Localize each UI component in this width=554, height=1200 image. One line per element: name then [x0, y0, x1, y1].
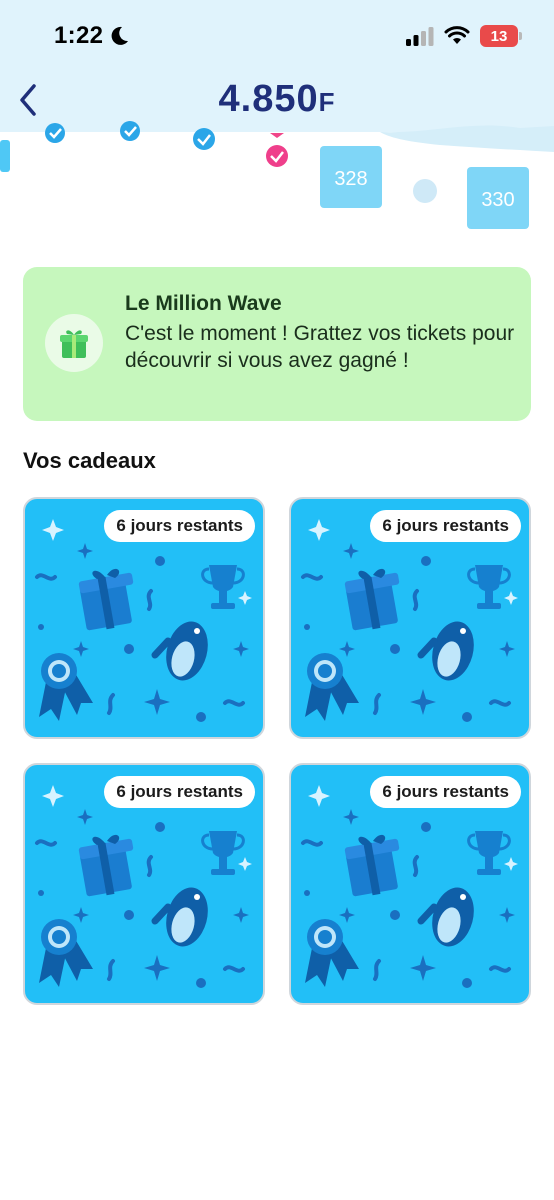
- ribbon-icon: [39, 653, 93, 721]
- days-remaining-badge: 6 jours restants: [104, 510, 255, 542]
- wifi-icon: [444, 26, 470, 44]
- moon-icon: [111, 26, 128, 45]
- battery-icon: 13: [480, 25, 522, 47]
- check-icon: [45, 123, 65, 143]
- gift-box-icon: [78, 568, 134, 631]
- gift-card[interactable]: 6 jours restants: [23, 497, 265, 739]
- check-icon: [120, 121, 140, 141]
- penguin-icon: [417, 621, 474, 681]
- banner-title: Le Million Wave: [125, 292, 282, 315]
- banner-icon: [45, 314, 103, 372]
- gift-card[interactable]: 6 jours restants: [289, 497, 531, 739]
- penguin-icon: [151, 887, 208, 947]
- ribbon-icon: [305, 653, 359, 721]
- check-icon: [266, 145, 288, 167]
- gift-box-icon: [344, 568, 400, 631]
- ticket-number: 330: [481, 189, 514, 211]
- status-time: 1:22: [54, 22, 104, 49]
- gift-card[interactable]: 6 jours restants: [289, 763, 531, 1005]
- penguin-icon: [151, 621, 208, 681]
- battery-level: 13: [490, 27, 508, 45]
- ribbon-icon: [305, 919, 359, 987]
- trophy-icon: [467, 565, 511, 609]
- signal-icon: [406, 27, 434, 46]
- days-remaining-badge: 6 jours restants: [370, 510, 521, 542]
- ticket-edge: [0, 140, 10, 172]
- trophy-icon: [467, 831, 511, 875]
- days-remaining-badge: 6 jours restants: [370, 776, 521, 808]
- trophy-icon: [201, 831, 245, 875]
- million-wave-banner[interactable]: Le Million Wave C'est le moment ! Gratte…: [23, 267, 531, 421]
- trophy-icon: [201, 565, 245, 609]
- days-remaining-badge: 6 jours restants: [104, 776, 255, 808]
- ribbon-icon: [39, 919, 93, 987]
- section-title: Vos cadeaux: [23, 448, 156, 473]
- banner-text: C'est le moment ! Grattez vos tickets po…: [125, 322, 515, 372]
- progress-board: 328 330: [0, 121, 554, 229]
- penguin-icon: [417, 887, 474, 947]
- gift-box-icon: [344, 834, 400, 897]
- ticket-number: 328: [334, 168, 367, 190]
- gift-card[interactable]: 6 jours restants: [23, 763, 265, 1005]
- gift-box-icon: [78, 834, 134, 897]
- status-icons: 13: [406, 25, 522, 47]
- check-icon: [193, 128, 215, 150]
- gift-icon: [60, 330, 88, 358]
